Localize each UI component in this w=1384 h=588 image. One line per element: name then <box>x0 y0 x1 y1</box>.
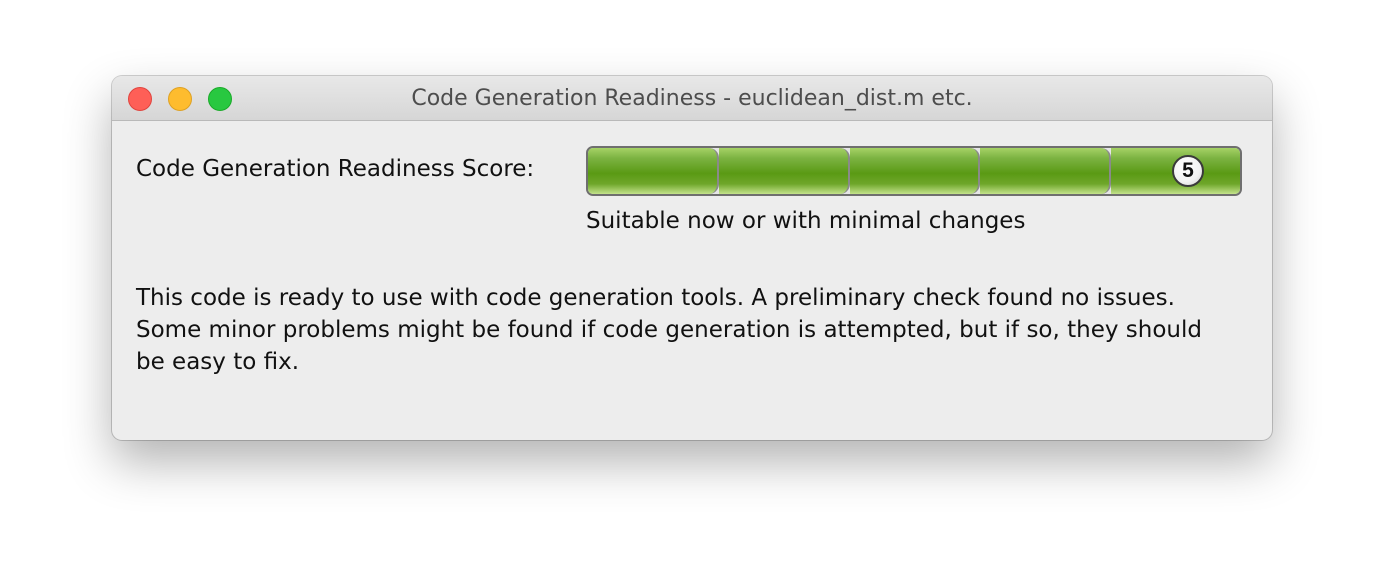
readiness-message: This code is ready to use with code gene… <box>136 285 1202 375</box>
readiness-score-bar: 5 <box>586 146 1242 196</box>
score-segment-1 <box>588 148 719 194</box>
readiness-window: Code Generation Readiness - euclidean_di… <box>112 76 1272 440</box>
score-label: Code Generation Readiness Score: <box>136 156 535 182</box>
score-segment-2 <box>718 148 850 194</box>
score-segment-4 <box>980 148 1112 194</box>
score-value-badge: 5 <box>1171 155 1204 187</box>
score-description: Suitable now or with minimal changes <box>586 208 1026 234</box>
window-title: Code Generation Readiness - euclidean_di… <box>411 86 973 111</box>
score-segment-3 <box>849 148 981 194</box>
title-bar[interactable]: Code Generation Readiness - euclidean_di… <box>112 76 1272 121</box>
score-segment-5: 5 <box>1111 148 1240 194</box>
